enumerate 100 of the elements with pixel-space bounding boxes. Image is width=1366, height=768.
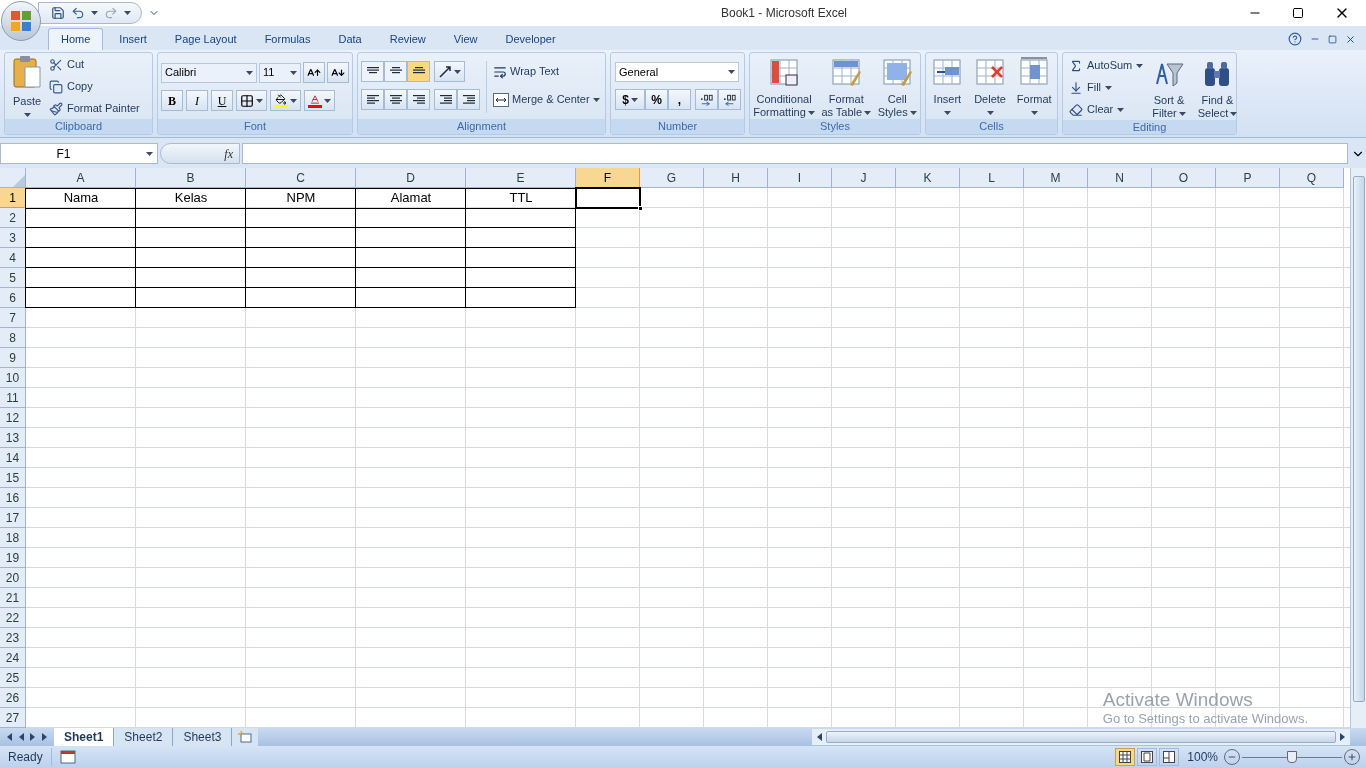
scroll-thumb[interactable]: [1352, 176, 1365, 702]
vertical-scrollbar[interactable]: [1350, 168, 1366, 728]
zoom-thumb[interactable]: [1287, 751, 1297, 763]
ribbon-button[interactable]: Format as Table: [818, 55, 875, 119]
number-style-button[interactable]: $: [615, 89, 645, 110]
number-format-field[interactable]: General: [615, 62, 739, 82]
row-header[interactable]: 12: [0, 408, 26, 428]
ribbon-button[interactable]: Cut: [49, 55, 140, 74]
ribbon-tab[interactable]: Home: [48, 28, 104, 50]
increase-decimal-button[interactable]: [695, 89, 718, 110]
column-header[interactable]: G: [640, 168, 704, 188]
ribbon-button[interactable]: Wrap Text: [493, 61, 600, 82]
scroll-right-icon[interactable]: [1340, 733, 1346, 741]
ribbon-button[interactable]: Delete: [971, 55, 1010, 115]
row-header[interactable]: 10: [0, 368, 26, 388]
column-header[interactable]: J: [832, 168, 896, 188]
save-icon[interactable]: [51, 6, 65, 20]
row-header[interactable]: 20: [0, 568, 26, 588]
font-size-field[interactable]: 11: [259, 62, 301, 83]
column-header[interactable]: E: [466, 168, 576, 188]
ribbon-tab[interactable]: Review: [377, 28, 438, 50]
column-header[interactable]: K: [896, 168, 960, 188]
column-header[interactable]: C: [246, 168, 356, 188]
row-header[interactable]: 2: [0, 208, 26, 228]
scroll-thumb[interactable]: [826, 731, 1336, 743]
ribbon-button[interactable]: Find & Select: [1194, 56, 1241, 120]
vertical-align-button[interactable]: [384, 61, 407, 82]
last-sheet-icon[interactable]: [42, 733, 48, 741]
first-sheet-icon[interactable]: [6, 733, 12, 741]
borders-button[interactable]: [236, 90, 267, 111]
row-header[interactable]: 8: [0, 328, 26, 348]
vertical-align-button[interactable]: [361, 61, 384, 82]
column-header[interactable]: B: [136, 168, 246, 188]
row-header[interactable]: 4: [0, 248, 26, 268]
column-header[interactable]: A: [26, 168, 136, 188]
row-header[interactable]: 27: [0, 708, 26, 728]
column-header[interactable]: Q: [1280, 168, 1344, 188]
row-header[interactable]: 24: [0, 648, 26, 668]
ribbon-button[interactable]: Merge & Center: [493, 89, 600, 110]
ribbon-tab[interactable]: Data: [326, 28, 374, 50]
horizontal-align-button[interactable]: [384, 89, 407, 110]
ribbon-button[interactable]: Cell Styles: [874, 55, 920, 119]
ribbon-tab[interactable]: Page Layout: [162, 28, 249, 50]
row-header[interactable]: 6: [0, 288, 26, 308]
ribbon-button[interactable]: Sort & Filter: [1149, 56, 1189, 120]
row-header[interactable]: 14: [0, 448, 26, 468]
column-header[interactable]: D: [356, 168, 466, 188]
row-header[interactable]: 1: [0, 188, 26, 208]
next-sheet-icon[interactable]: [30, 733, 36, 741]
italic-button[interactable]: I: [186, 90, 208, 111]
grow-font-button[interactable]: [303, 62, 325, 83]
row-header[interactable]: 21: [0, 588, 26, 608]
horizontal-align-button[interactable]: [361, 89, 384, 110]
ribbon-button[interactable]: Format: [1013, 55, 1055, 115]
decrease-indent-button[interactable]: [434, 89, 457, 110]
row-header[interactable]: 13: [0, 428, 26, 448]
ribbon-button[interactable]: Fill: [1069, 78, 1144, 97]
ribbon-tab[interactable]: Insert: [107, 28, 159, 50]
column-header[interactable]: O: [1152, 168, 1216, 188]
font-name-field[interactable]: Calibri: [161, 62, 257, 83]
name-box[interactable]: F1: [0, 143, 158, 164]
row-header[interactable]: 19: [0, 548, 26, 568]
number-style-button[interactable]: ,: [668, 89, 691, 110]
ribbon-button[interactable]: Format Painter: [49, 99, 140, 118]
bold-button[interactable]: B: [161, 90, 183, 111]
row-header[interactable]: 25: [0, 668, 26, 688]
row-header[interactable]: 26: [0, 688, 26, 708]
row-header[interactable]: 17: [0, 508, 26, 528]
restore-icon[interactable]: [1292, 7, 1304, 19]
shrink-font-button[interactable]: [327, 62, 349, 83]
row-header[interactable]: 23: [0, 628, 26, 648]
row-header[interactable]: 5: [0, 268, 26, 288]
fill-color-button[interactable]: [270, 90, 301, 111]
ribbon-button[interactable]: Copy: [49, 77, 140, 96]
row-header[interactable]: 15: [0, 468, 26, 488]
ribbon-tab[interactable]: Developer: [493, 28, 568, 50]
office-button[interactable]: [1, 1, 41, 41]
vertical-align-button[interactable]: [407, 61, 430, 82]
paste-button[interactable]: Paste: [9, 55, 45, 118]
font-color-button[interactable]: [304, 90, 335, 111]
ribbon-button[interactable]: Conditional Formatting: [750, 55, 818, 119]
row-header[interactable]: 22: [0, 608, 26, 628]
column-header[interactable]: L: [960, 168, 1024, 188]
help-icon[interactable]: [1288, 32, 1302, 46]
formula-input[interactable]: [242, 143, 1348, 164]
column-header[interactable]: M: [1024, 168, 1088, 188]
column-header[interactable]: I: [768, 168, 832, 188]
macro-record-icon[interactable]: [59, 750, 76, 764]
increase-indent-button[interactable]: [457, 89, 480, 110]
horizontal-align-button[interactable]: [407, 89, 430, 110]
ribbon-button[interactable]: Insert: [928, 55, 967, 115]
ribbon-button[interactable]: Clear: [1069, 100, 1144, 119]
underline-button[interactable]: U: [211, 90, 233, 111]
ribbon-button[interactable]: AutoSum: [1069, 56, 1144, 75]
orientation-button[interactable]: [434, 61, 465, 82]
column-header[interactable]: N: [1088, 168, 1152, 188]
zoom-slider[interactable]: [1242, 749, 1342, 765]
ribbon-tab[interactable]: Formulas: [252, 28, 323, 50]
number-style-button[interactable]: %: [645, 89, 668, 110]
scroll-left-icon[interactable]: [816, 733, 822, 741]
